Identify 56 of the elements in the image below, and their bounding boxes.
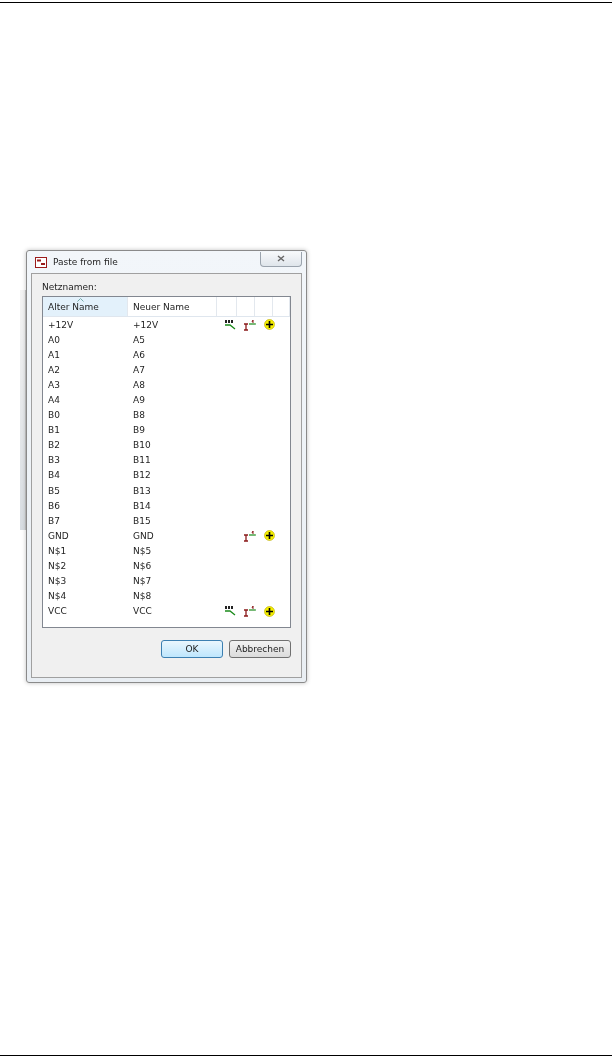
table-cell-text: +12V (132, 319, 160, 330)
table-cell-text: +12V (47, 319, 75, 330)
table-cell-text: B5 (47, 485, 61, 496)
table-cell-text: N$7 (132, 576, 153, 587)
ok-button[interactable]: OK (161, 640, 223, 658)
table-cell-text: VCC (132, 606, 153, 617)
table-cell-text: N$4 (47, 591, 68, 602)
table-cell-text: B8 (132, 410, 146, 421)
table-cell-text: A8 (132, 379, 146, 390)
counter-icon (243, 605, 257, 618)
cancel-button[interactable]: Abbrechen (229, 640, 291, 658)
name-tag-icon (224, 606, 238, 617)
column-header[interactable]: Alter Name (43, 297, 128, 316)
close-icon (277, 255, 285, 262)
table-cell-text: B6 (47, 500, 61, 511)
table-cell-text: B0 (47, 410, 61, 421)
add-icon (263, 530, 275, 542)
add-icon (263, 605, 275, 617)
close-button[interactable] (260, 251, 302, 267)
table-cell-text: A3 (47, 379, 61, 390)
table-cell-text: B13 (132, 485, 152, 496)
counter-icon (243, 529, 257, 542)
table-cell-text: N$6 (132, 561, 153, 572)
table-cell-text: A2 (47, 364, 61, 375)
table-cell-text: N$1 (47, 545, 68, 556)
list-label: Netznamen: (42, 282, 98, 292)
table-cell-text: B2 (47, 440, 61, 451)
table-cell-text: VCC (47, 606, 68, 617)
table-cell-text: GND (132, 530, 155, 541)
table-cell-text: B15 (132, 515, 152, 526)
table-cell-text: N$5 (132, 545, 153, 556)
table-cell-text: B11 (132, 455, 152, 466)
window-title: Paste from file (53, 257, 118, 267)
table-cell-text: B1 (47, 425, 61, 436)
table-cell-text: A4 (47, 395, 61, 405)
counter-icon (243, 318, 257, 331)
table-cell-text: N$2 (47, 561, 68, 572)
table-cell-text: GND (47, 530, 70, 541)
table-cell-text: A1 (47, 349, 61, 360)
table-cell-text: A9 (132, 395, 146, 405)
table-cell-text: B12 (132, 470, 152, 481)
table-cell-text: A5 (132, 334, 146, 345)
table-cell-text: N$8 (132, 591, 153, 602)
name-tag-icon (224, 319, 238, 330)
table-cell-text: B4 (47, 470, 61, 481)
table-cell-text: N$3 (47, 576, 68, 587)
table-cell-text: A6 (132, 349, 146, 360)
table-cell-text: B3 (47, 455, 61, 466)
table-cell-text: B14 (132, 500, 152, 511)
app-icon (35, 256, 47, 268)
table-cell-text: B9 (132, 425, 146, 436)
table-cell-text: A7 (132, 364, 146, 375)
table-cell-text: A0 (47, 334, 61, 345)
table-cell-text: B10 (132, 440, 152, 451)
table-cell-text: B7 (47, 515, 61, 526)
add-icon (263, 319, 275, 331)
